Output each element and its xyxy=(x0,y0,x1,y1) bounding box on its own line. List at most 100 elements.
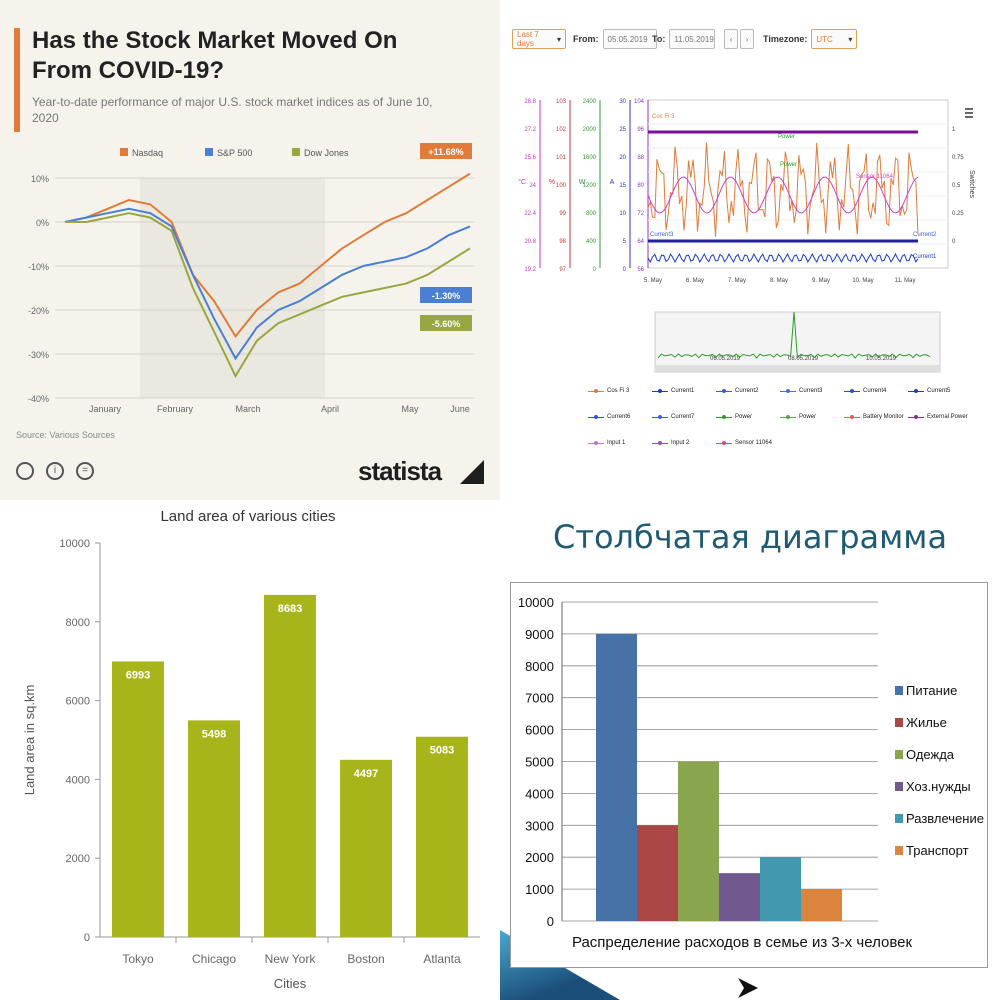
legend-line-icon xyxy=(844,415,860,419)
y-tick-label: 20.8 xyxy=(524,239,536,245)
info-icon[interactable]: i xyxy=(46,462,64,480)
y-tick-label: 88 xyxy=(637,155,644,161)
legend-swatch xyxy=(895,846,903,855)
legend-line-icon xyxy=(716,415,732,419)
statista-logo: statista xyxy=(358,456,442,486)
legend-label: S&P 500 xyxy=(217,148,252,158)
y-tick-label: 8000 xyxy=(525,659,554,674)
legend-item[interactable]: Power xyxy=(780,414,816,420)
x-tick-label: 10. May xyxy=(852,278,873,284)
x-tick-label: March xyxy=(235,404,260,414)
legend-item[interactable]: Current1 xyxy=(652,388,694,394)
x-tick-label: 6. May xyxy=(686,278,704,284)
y-tick-label: 4000 xyxy=(525,786,554,801)
y-tick-label: 80 xyxy=(637,183,644,189)
bar xyxy=(340,759,392,937)
y-axis-title: Land area in sq.km xyxy=(22,685,37,796)
legend-label: Жилье xyxy=(906,715,947,730)
legend-line-icon xyxy=(844,389,860,393)
right-axis-label: Switches xyxy=(968,170,975,199)
land-area-bar-chart: Land area of various cities 0 2000 4000 6000… xyxy=(22,508,480,991)
legend-label: Sensor 11064 xyxy=(735,440,772,446)
y-tick-label: 101 xyxy=(556,155,567,161)
cc-icon[interactable] xyxy=(16,462,34,480)
y-tick-label: 99 xyxy=(559,211,566,217)
legend-label: Input 1 xyxy=(607,440,626,446)
y-tick-label: 96 xyxy=(637,127,644,133)
legend-label: Питание xyxy=(906,683,957,698)
bar-value-label: 5083 xyxy=(430,745,454,757)
y-axis-label: % xyxy=(549,179,555,186)
bar xyxy=(188,720,240,937)
legend-item[interactable]: External Power xyxy=(908,414,968,420)
legend-item[interactable]: Sensor 11064 xyxy=(716,440,772,446)
bar xyxy=(112,661,164,937)
y-axis-label: W xyxy=(579,179,586,186)
right-tick-label: 1 xyxy=(952,127,956,133)
bar xyxy=(264,594,316,937)
y-tick-label: 19.2 xyxy=(524,267,536,273)
legend-line-icon xyxy=(780,389,796,393)
legend-label: Power xyxy=(799,414,817,420)
y-tick-label: 28.8 xyxy=(524,99,536,105)
legend-item[interactable]: Current7 xyxy=(652,414,694,420)
x-tick-label: 11. May xyxy=(895,278,916,284)
legend-label: Dow Jones xyxy=(304,148,349,158)
legend-line-icon xyxy=(908,389,924,393)
legend-item[interactable]: Current3 xyxy=(780,388,822,394)
legend-item[interactable]: Battery Monitor xyxy=(844,414,904,420)
series-annotation: Current3 xyxy=(650,232,674,238)
y-tick-label: 0 xyxy=(84,932,90,944)
y-tick-label: 2000 xyxy=(525,850,554,865)
menu-icon[interactable] xyxy=(965,108,973,118)
sensor-multi-axis-chart: 28.827.225.62422.420.819.2°C103102101100… xyxy=(518,99,975,373)
legend-item[interactable]: Input 1 xyxy=(588,440,625,446)
sensor-line xyxy=(647,176,919,214)
legend-label: Power xyxy=(735,414,753,420)
bar xyxy=(719,873,760,921)
y-tick-label: 27.2 xyxy=(524,127,536,133)
legend-item[interactable]: Cos Fi 3 xyxy=(588,388,629,394)
y-tick-label: 10% xyxy=(31,174,49,184)
x-tick-label: January xyxy=(89,404,122,414)
legend-item[interactable]: Current4 xyxy=(844,388,886,394)
y-axis-label: °C xyxy=(518,178,526,186)
legend-item[interactable]: Current6 xyxy=(588,414,630,420)
bar xyxy=(416,736,468,937)
legend-line-icon xyxy=(908,415,924,419)
navigator-scrollbar xyxy=(655,365,940,372)
legend-item[interactable]: Power xyxy=(716,414,752,420)
x-tick-label: Tokyo xyxy=(122,952,154,966)
y-tick-label: 10 xyxy=(619,211,626,217)
legend-line-icon xyxy=(716,441,732,445)
right-tick-label: 0.75 xyxy=(952,155,964,161)
x-tick-label: 8. May xyxy=(770,278,788,284)
legend-swatch xyxy=(205,148,213,156)
y-tick-label: 8000 xyxy=(66,617,90,629)
x-axis-title: Распределение расходов в семье из 3-х че… xyxy=(572,934,913,951)
y-tick-label: -20% xyxy=(28,306,49,316)
legend-line-icon xyxy=(588,441,604,445)
series-annotation: Current2 xyxy=(913,232,937,238)
y-tick-label: 0 xyxy=(593,267,597,273)
source-text: Source: Various Sources xyxy=(16,430,115,440)
equals-icon[interactable]: = xyxy=(76,462,94,480)
legend-item[interactable]: Current5 xyxy=(908,388,950,394)
x-tick-label: Boston xyxy=(347,952,384,966)
y-tick-label: 20 xyxy=(619,155,626,161)
y-tick-label: 97 xyxy=(559,267,566,273)
legend-label: Хоз.нужды xyxy=(906,779,971,794)
y-tick-label: 7000 xyxy=(525,691,554,706)
chart-title: Land area of various cities xyxy=(160,508,335,525)
x-tick-label: New York xyxy=(265,952,317,966)
x-tick-label: June xyxy=(450,404,470,414)
x-tick-label: Chicago xyxy=(192,952,236,966)
legend-swatch xyxy=(895,750,903,759)
legend-item[interactable]: Input 2 xyxy=(652,440,689,446)
legend-label: Cos Fi 3 xyxy=(607,388,630,394)
bar xyxy=(760,857,801,921)
legend-label: Current2 xyxy=(735,388,759,394)
legend-item[interactable]: Current2 xyxy=(716,388,758,394)
y-tick-label: 1000 xyxy=(525,882,554,897)
y-tick-label: 800 xyxy=(586,211,597,217)
